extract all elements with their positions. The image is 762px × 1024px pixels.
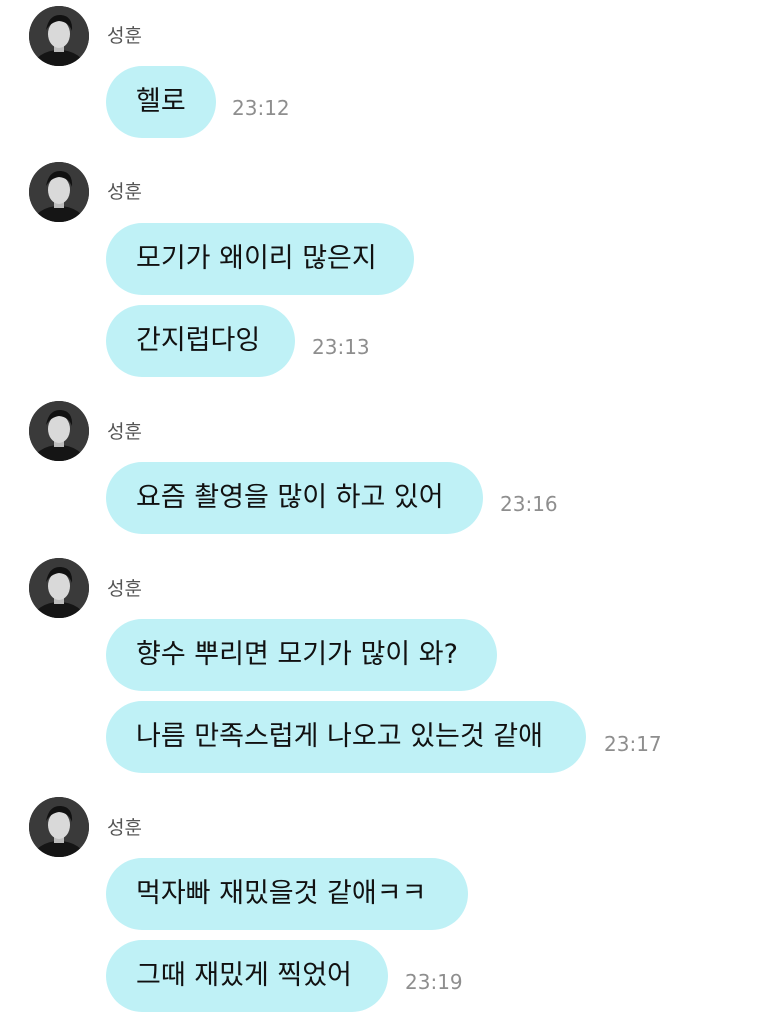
timestamp: 23:19 — [405, 970, 463, 994]
message-bubble[interactable]: 먹자빠 재밌을것 같애ㅋㅋ — [106, 858, 468, 930]
avatar[interactable] — [29, 401, 89, 461]
sender-name: 성훈 — [107, 25, 142, 47]
message-bubble[interactable]: 간지럽다잉 — [106, 305, 295, 377]
chat-thread: 성훈 헬로 23:12 성훈 모기가 왜이리 많은지 간지럽다잉 23:13 성… — [0, 0, 762, 1024]
profile-photo-icon — [29, 401, 89, 461]
sender-name: 성훈 — [107, 421, 142, 443]
profile-photo-icon — [29, 558, 89, 618]
timestamp: 23:12 — [232, 96, 290, 120]
avatar[interactable] — [29, 162, 89, 222]
timestamp: 23:17 — [604, 732, 662, 756]
timestamp: 23:16 — [500, 492, 558, 516]
message-bubble[interactable]: 요즘 촬영을 많이 하고 있어 — [106, 462, 483, 534]
message-bubble[interactable]: 향수 뿌리면 모기가 많이 와? — [106, 619, 497, 691]
profile-photo-icon — [29, 6, 89, 66]
message-bubble[interactable]: 나름 만족스럽게 나오고 있는것 같애 — [106, 701, 586, 773]
message-bubble[interactable]: 그때 재밌게 찍었어 — [106, 940, 388, 1012]
profile-photo-icon — [29, 797, 89, 857]
avatar[interactable] — [29, 558, 89, 618]
timestamp: 23:13 — [312, 335, 370, 359]
sender-name: 성훈 — [107, 817, 142, 839]
sender-name: 성훈 — [107, 578, 142, 600]
profile-photo-icon — [29, 162, 89, 222]
avatar[interactable] — [29, 6, 89, 66]
message-bubble[interactable]: 헬로 — [106, 66, 216, 138]
avatar[interactable] — [29, 797, 89, 857]
sender-name: 성훈 — [107, 181, 142, 203]
message-bubble[interactable]: 모기가 왜이리 많은지 — [106, 223, 414, 295]
